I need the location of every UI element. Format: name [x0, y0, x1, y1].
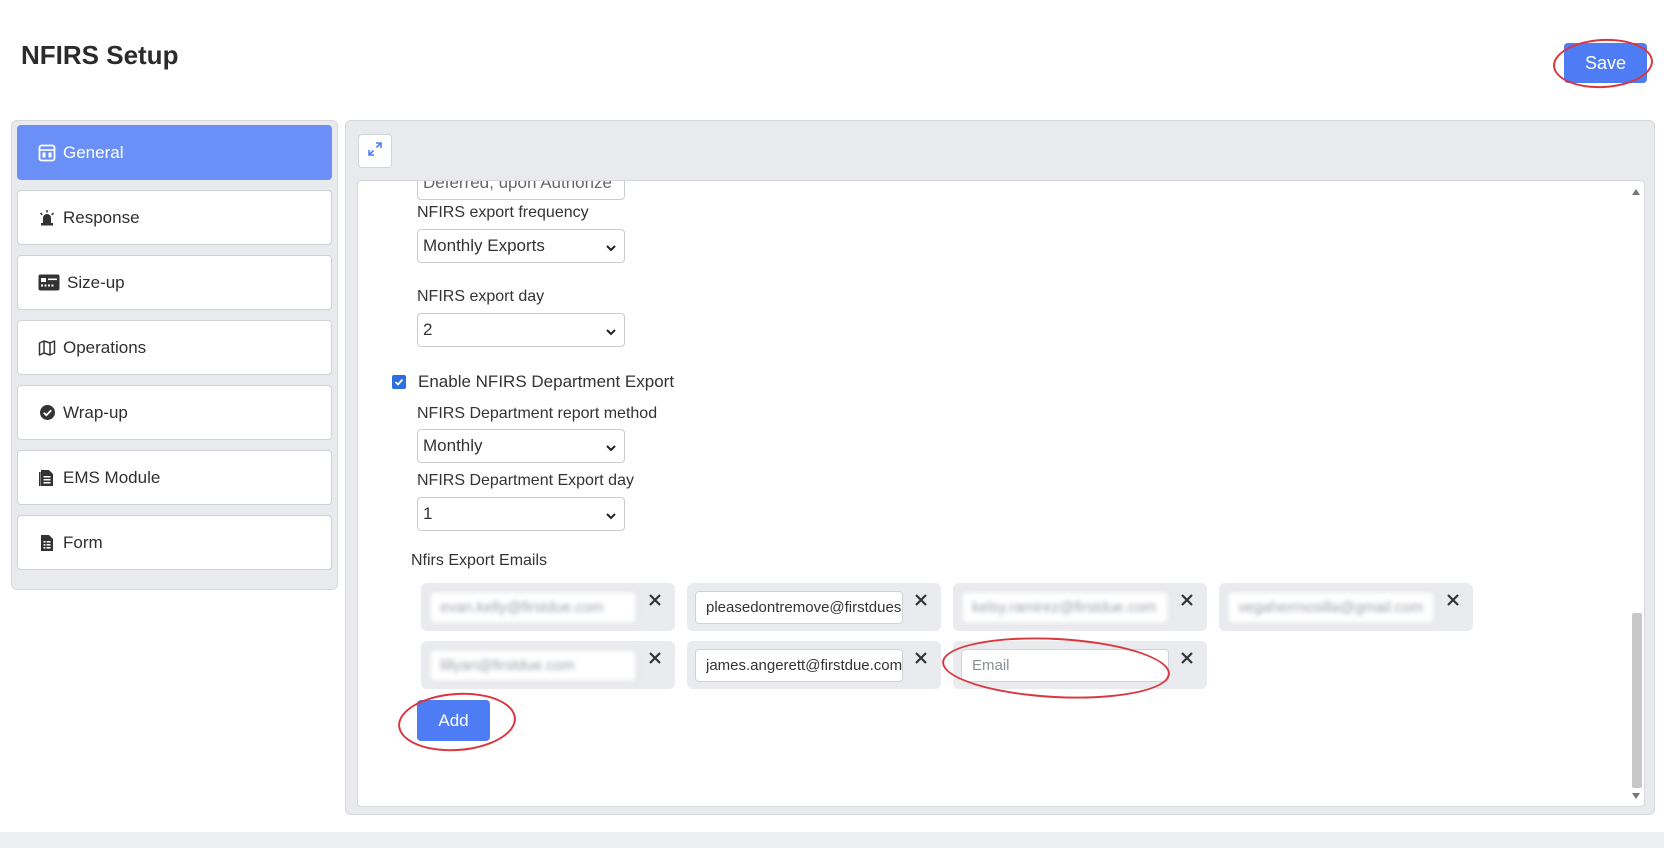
sidebar-item-general[interactable]: General	[17, 125, 332, 180]
sidebar-item-ems-module[interactable]: EMS Module	[17, 450, 332, 505]
email-input[interactable]	[695, 649, 903, 682]
export-frequency-select[interactable]: Monthly Exports	[417, 229, 625, 263]
id-card-icon	[37, 273, 61, 293]
sidebar-item-label: Form	[63, 532, 103, 552]
email-input[interactable]	[1227, 591, 1435, 624]
chevron-down-icon	[605, 239, 617, 259]
sidebar-item-label: EMS Module	[63, 467, 161, 487]
email-input[interactable]	[961, 591, 1169, 624]
close-icon[interactable]	[648, 593, 664, 609]
sidebar-item-label: Operations	[63, 337, 147, 357]
sidebar-item-form[interactable]: Form	[17, 515, 332, 570]
chevron-down-icon	[605, 439, 617, 459]
settings-content: Deferred, upon Authorize NFIRS export fr…	[357, 180, 1645, 807]
expand-button[interactable]	[358, 134, 392, 168]
export-frequency-label: NFIRS export frequency	[417, 204, 589, 221]
email-chip	[1219, 583, 1473, 631]
sidebar-item-operations[interactable]: Operations	[17, 320, 332, 375]
main-panel: Deferred, upon Authorize NFIRS export fr…	[345, 120, 1655, 815]
dept-export-checkbox[interactable]	[392, 375, 406, 389]
siren-icon	[37, 208, 57, 228]
dept-export-day-select[interactable]: 1	[417, 497, 625, 531]
footer-bar	[0, 832, 1664, 848]
page-title: NFIRS Setup	[21, 40, 179, 70]
email-input[interactable]	[429, 591, 637, 624]
sidebar-item-wrap-up[interactable]: Wrap-up	[17, 385, 332, 440]
dept-export-label: Enable NFIRS Department Export	[418, 372, 675, 391]
dept-export-toggle: Enable NFIRS Department Export	[392, 372, 674, 392]
scroll-down-arrow[interactable]	[1632, 793, 1640, 799]
partial-select[interactable]: Deferred, upon Authorize	[417, 181, 625, 200]
chevron-down-icon	[605, 323, 617, 343]
expand-icon	[367, 141, 383, 162]
sidebar-item-label: Size-up	[67, 272, 125, 292]
dept-export-day-label: NFIRS Department Export day	[417, 472, 634, 489]
sidebar-item-size-up[interactable]: Size-up	[17, 255, 332, 310]
save-button[interactable]: Save	[1564, 43, 1647, 83]
email-chip	[953, 641, 1207, 689]
email-chip	[687, 583, 941, 631]
dept-report-method-select[interactable]: Monthly	[417, 429, 625, 463]
sidebar: General Response Size-up Operations Wrap…	[11, 120, 338, 590]
dashboard-icon	[37, 143, 57, 163]
check-circle-icon	[37, 403, 57, 423]
map-icon	[37, 338, 57, 358]
close-icon[interactable]	[914, 651, 930, 667]
close-icon[interactable]	[648, 651, 664, 667]
export-day-label: NFIRS export day	[417, 288, 545, 305]
document-icon	[37, 468, 57, 488]
export-emails-label: Nfirs Export Emails	[411, 552, 548, 569]
close-icon[interactable]	[1180, 593, 1196, 609]
close-icon[interactable]	[1446, 593, 1462, 609]
sidebar-item-label: Response	[63, 207, 140, 227]
sidebar-item-label: Wrap-up	[63, 402, 128, 422]
email-input[interactable]	[695, 591, 903, 624]
sidebar-item-label: General	[63, 142, 124, 162]
add-email-button[interactable]: Add	[417, 700, 490, 741]
email-chip	[687, 641, 941, 689]
new-email-input[interactable]	[961, 649, 1169, 682]
email-chip	[953, 583, 1207, 631]
sidebar-item-response[interactable]: Response	[17, 190, 332, 245]
email-chip	[421, 583, 675, 631]
form-icon	[37, 533, 57, 553]
scroll-thumb[interactable]	[1632, 613, 1642, 788]
close-icon[interactable]	[914, 593, 930, 609]
scrollbar[interactable]	[1629, 183, 1643, 803]
dept-report-method-label: NFIRS Department report method	[417, 405, 658, 422]
scroll-up-arrow[interactable]	[1632, 189, 1640, 195]
export-day-select[interactable]: 2	[417, 313, 625, 347]
close-icon[interactable]	[1180, 651, 1196, 667]
email-chip	[421, 641, 675, 689]
chevron-down-icon	[605, 507, 617, 527]
email-input[interactable]	[429, 649, 637, 682]
